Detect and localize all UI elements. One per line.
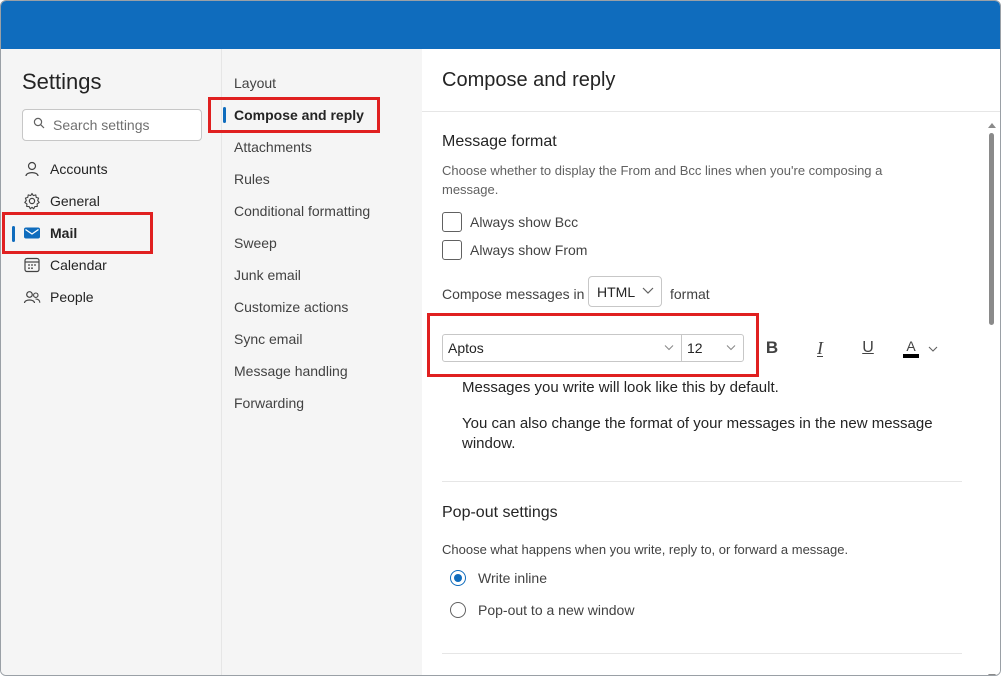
subsection-sweep[interactable]: Sweep xyxy=(222,227,422,259)
checkbox-box[interactable] xyxy=(442,212,462,232)
scroll-up-icon[interactable] xyxy=(988,115,996,133)
subsection-sync-email[interactable]: Sync email xyxy=(222,323,422,355)
chevron-down-icon xyxy=(928,339,938,357)
scrollbar[interactable] xyxy=(986,113,998,675)
category-label: Calendar xyxy=(50,257,107,273)
search-box[interactable] xyxy=(22,109,202,141)
radio-button[interactable] xyxy=(450,570,466,586)
preview-line-2: You can also change the format of your m… xyxy=(462,415,933,452)
subsection-compose-and-reply[interactable]: Compose and reply xyxy=(222,99,422,131)
compose-format-dropdown[interactable]: HTML xyxy=(588,276,662,307)
font-size-value: 12 xyxy=(687,340,703,356)
subsection-customize-actions[interactable]: Customize actions xyxy=(222,291,422,323)
calendar-icon xyxy=(23,256,41,274)
always-show-from-checkbox[interactable]: Always show From xyxy=(442,240,587,260)
subsection-junk-email[interactable]: Junk email xyxy=(222,259,422,291)
italic-button[interactable]: I xyxy=(806,334,834,362)
compose-format-prefix: Compose messages in xyxy=(442,286,585,302)
gear-icon xyxy=(23,192,41,210)
font-color-button[interactable]: A xyxy=(902,334,948,362)
mail-icon xyxy=(23,224,41,242)
font-family-dropdown[interactable]: Aptos xyxy=(442,334,682,362)
compose-format-value: HTML xyxy=(597,283,636,300)
scrollbar-thumb[interactable] xyxy=(989,133,994,325)
always-show-bcc-checkbox[interactable]: Always show Bcc xyxy=(442,212,578,232)
popout-settings-title: Pop-out settings xyxy=(442,504,558,521)
radio-button[interactable] xyxy=(450,602,466,618)
mail-subsections-panel: Layout Compose and reply Attachments Rul… xyxy=(222,49,422,675)
people-icon xyxy=(23,288,41,306)
settings-categories-panel: Settings Accounts General Mail xyxy=(1,49,222,675)
settings-content-pane: Compose and reply Message format Choose … xyxy=(422,49,1000,675)
chevron-down-icon xyxy=(726,343,736,354)
category-label: General xyxy=(50,193,100,209)
scroll-down-icon[interactable] xyxy=(988,667,996,675)
settings-window: Settings Accounts General Mail xyxy=(0,0,1001,676)
page-title: Compose and reply xyxy=(442,69,616,91)
checkbox-box[interactable] xyxy=(442,240,462,260)
category-general[interactable]: General xyxy=(1,185,222,217)
section-divider xyxy=(442,481,962,482)
subsection-attachments[interactable]: Attachments xyxy=(222,131,422,163)
search-input[interactable] xyxy=(53,117,193,133)
category-accounts[interactable]: Accounts xyxy=(1,153,222,185)
checkbox-label: Always show From xyxy=(470,242,588,258)
subsection-message-handling[interactable]: Message handling xyxy=(222,355,422,387)
bold-button[interactable]: B xyxy=(758,334,786,362)
message-format-description: Choose whether to display the From and B… xyxy=(442,163,883,197)
underline-icon: U xyxy=(862,339,874,356)
section-divider xyxy=(442,653,962,654)
subsection-layout[interactable]: Layout xyxy=(222,67,422,99)
category-label: Accounts xyxy=(50,161,108,177)
person-icon xyxy=(23,160,41,178)
font-color-icon: A xyxy=(902,339,920,358)
category-label: People xyxy=(50,289,94,305)
font-size-dropdown[interactable]: 12 xyxy=(681,334,744,362)
chevron-down-icon xyxy=(664,343,674,354)
radio-label: Write inline xyxy=(478,570,547,586)
radio-label: Pop-out to a new window xyxy=(478,602,635,618)
checkbox-label: Always show Bcc xyxy=(470,214,579,230)
category-label: Mail xyxy=(50,225,78,241)
header-divider xyxy=(422,111,1000,112)
subsection-forwarding[interactable]: Forwarding xyxy=(222,387,422,419)
chevron-down-icon xyxy=(642,286,654,297)
popout-new-window-radio[interactable]: Pop-out to a new window xyxy=(450,602,634,618)
message-format-title: Message format xyxy=(442,133,557,150)
compose-format-suffix: format xyxy=(670,286,710,302)
font-family-value: Aptos xyxy=(448,340,484,356)
subsection-rules[interactable]: Rules xyxy=(222,163,422,195)
popout-settings-description: Choose what happens when you write, repl… xyxy=(442,542,849,557)
preview-line-1: Messages you write will look like this b… xyxy=(462,379,779,396)
category-people[interactable]: People xyxy=(1,281,222,313)
write-inline-radio[interactable]: Write inline xyxy=(450,570,547,586)
category-calendar[interactable]: Calendar xyxy=(1,249,222,281)
italic-icon: I xyxy=(817,337,823,358)
bold-icon: B xyxy=(765,338,779,357)
search-icon xyxy=(33,116,45,134)
category-mail[interactable]: Mail xyxy=(1,217,222,249)
title-bar xyxy=(1,1,1000,49)
subsection-conditional-formatting[interactable]: Conditional formatting xyxy=(222,195,422,227)
underline-button[interactable]: U xyxy=(854,334,882,362)
settings-title: Settings xyxy=(22,69,102,94)
